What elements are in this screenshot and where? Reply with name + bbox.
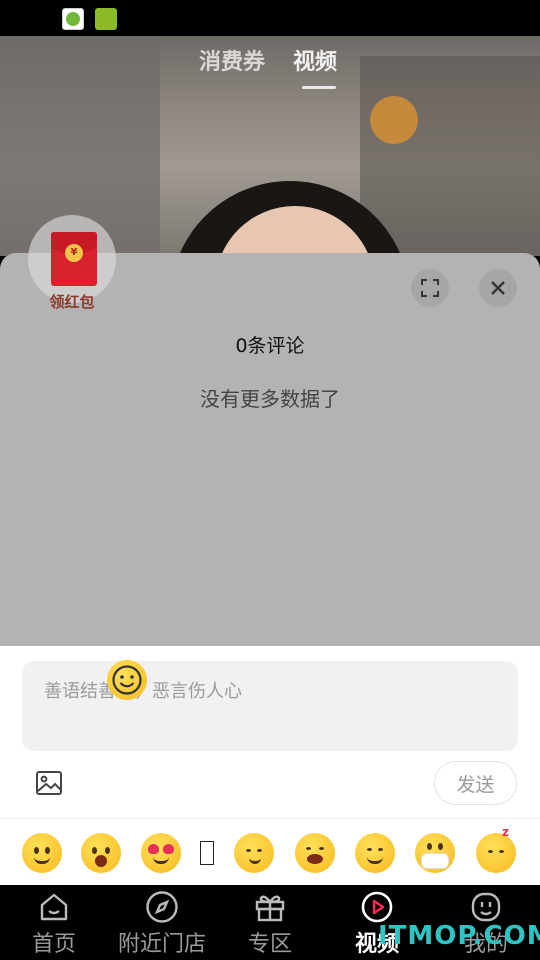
red-packet-label: 领红包 [49,293,95,311]
home-icon [40,893,68,921]
top-tab-bar: 消费券 视频 [0,44,540,94]
notification-app-icon [62,8,84,30]
compass-icon [146,891,178,923]
video-play-icon [361,891,393,923]
comment-count: 0条评论 [235,335,305,357]
red-envelope-icon: ¥ [51,232,97,286]
coin-icon: ¥ [65,244,83,262]
nav-label-home: 首页 [31,932,76,957]
close-button[interactable] [479,269,517,307]
emoji-bar: z [0,818,540,885]
comment-composer: 发送 [0,646,540,818]
heart-eyes-emoji-icon[interactable] [141,833,181,873]
laughing-tears-emoji-icon[interactable] [295,833,335,873]
tab-video[interactable]: 视频 [293,44,337,76]
red-packet-button[interactable]: ¥ 领红包 [28,215,116,315]
nav-item-nearby-stores[interactable]: 附近门店 [114,885,210,960]
mask-emoji-icon[interactable] [415,833,455,873]
expand-button[interactable] [411,269,449,307]
blush-emoji-icon[interactable] [355,833,395,873]
tab-coupon[interactable]: 消费券 [199,44,265,76]
profile-icon [471,892,501,922]
status-bar [0,0,540,36]
nav-item-home[interactable]: 首页 [29,885,79,960]
notification-app-icon [95,8,117,30]
send-button[interactable]: 发送 [434,761,517,805]
empty-message: 没有更多数据了 [200,387,340,411]
comment-input[interactable] [22,661,518,751]
missing-glyph-icon[interactable] [200,841,214,865]
gift-icon [255,895,285,922]
nav-item-zone[interactable]: 专区 [246,885,294,960]
emoji-picker-button[interactable] [107,660,147,700]
close-icon [491,281,505,295]
expand-icon [421,279,439,297]
nav-label-zone: 专区 [247,932,292,957]
nav-label-nearby-stores: 附近门店 [117,932,206,957]
active-tab-indicator [302,86,336,89]
surprised-emoji-icon[interactable] [81,833,121,873]
smile-emoji-icon[interactable] [22,833,62,873]
sleepy-emoji-icon[interactable]: z [476,825,516,873]
smiley-icon [112,665,142,695]
image-picker-button[interactable] [32,766,66,800]
smirk-emoji-icon[interactable] [234,833,274,873]
watermark: ITMOP.COM [378,921,540,951]
image-icon [36,771,62,795]
